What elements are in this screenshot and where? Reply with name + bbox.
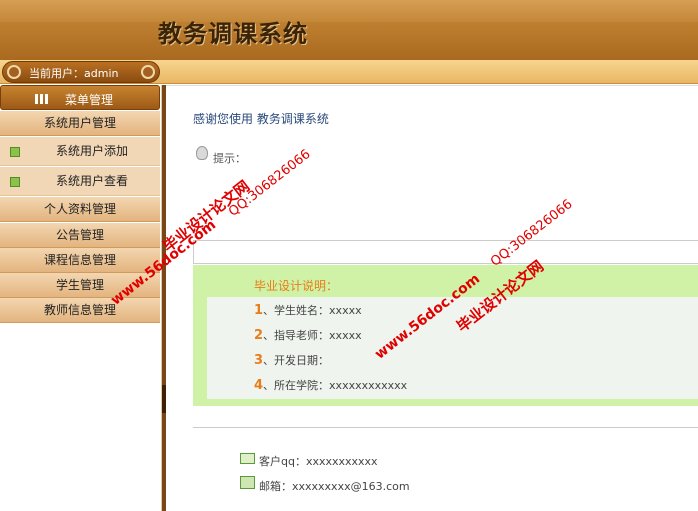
sidebar-item-profile[interactable]: 个人资料管理 xyxy=(0,197,160,222)
sidebar-item-notices[interactable]: 公告管理 xyxy=(0,223,160,248)
sidebar-item-teachers[interactable]: 教师信息管理 xyxy=(0,298,160,323)
sidebar-subitem-view-users[interactable]: 系统用户查看 xyxy=(0,167,160,196)
sidebar-subitem-label: 系统用户查看 xyxy=(56,174,129,188)
contact-email: 邮箱：xxxxxxxxx@163.com xyxy=(259,480,410,493)
phone-icon xyxy=(240,476,255,489)
splitter-handle[interactable] xyxy=(162,385,166,413)
info-item: 4、所在学院：xxxxxxxxxxxx xyxy=(254,378,408,393)
app-title: 教务调课系统 xyxy=(158,20,308,48)
ring-icon xyxy=(7,65,21,79)
user-bar: 当前用户：admin xyxy=(0,60,698,84)
menu-header-label: 菜单管理 xyxy=(65,93,114,107)
lightbulb-icon xyxy=(196,146,208,160)
header-stripe xyxy=(0,0,698,22)
main-top-border xyxy=(166,85,698,86)
menu-grid-icon xyxy=(35,94,49,104)
sidebar-subitem-add-user[interactable]: 系统用户添加 xyxy=(0,137,160,166)
info-title: 毕业设计说明： xyxy=(254,279,339,293)
ring-icon xyxy=(141,65,155,79)
welcome-text: 感谢您使用 教务调课系统 xyxy=(193,112,329,126)
document-icon xyxy=(10,147,20,157)
info-panel: 毕业设计说明： 1、学生姓名：xxxxx 2、指导老师：xxxxx 3、开发日期… xyxy=(193,265,698,406)
document-icon xyxy=(10,177,20,187)
sidebar: 菜单管理 系统用户管理 系统用户添加 系统用户查看 个人资料管理 公告管理 课程… xyxy=(0,85,162,511)
app-header: 教务调课系统 xyxy=(0,0,698,60)
info-item: 1、学生姓名：xxxxx xyxy=(254,303,362,318)
info-item: 3、开发日期： xyxy=(254,353,330,368)
menu-header[interactable]: 菜单管理 xyxy=(0,85,160,110)
empty-bar xyxy=(193,240,698,264)
sidebar-subitem-label: 系统用户添加 xyxy=(56,144,129,158)
info-item: 2、指导老师：xxxxx xyxy=(254,328,362,343)
sidebar-item-courses[interactable]: 课程信息管理 xyxy=(0,248,160,273)
current-user-label: 当前用户：admin xyxy=(29,67,119,80)
tip-label: 提示： xyxy=(213,152,246,165)
contact-qq: 客户qq：xxxxxxxxxxx xyxy=(259,455,378,468)
current-user-badge: 当前用户：admin xyxy=(2,61,160,83)
sidebar-item-system-users[interactable]: 系统用户管理 xyxy=(0,111,160,136)
sidebar-splitter[interactable] xyxy=(162,85,166,511)
divider xyxy=(193,427,698,428)
envelope-icon xyxy=(240,453,255,464)
